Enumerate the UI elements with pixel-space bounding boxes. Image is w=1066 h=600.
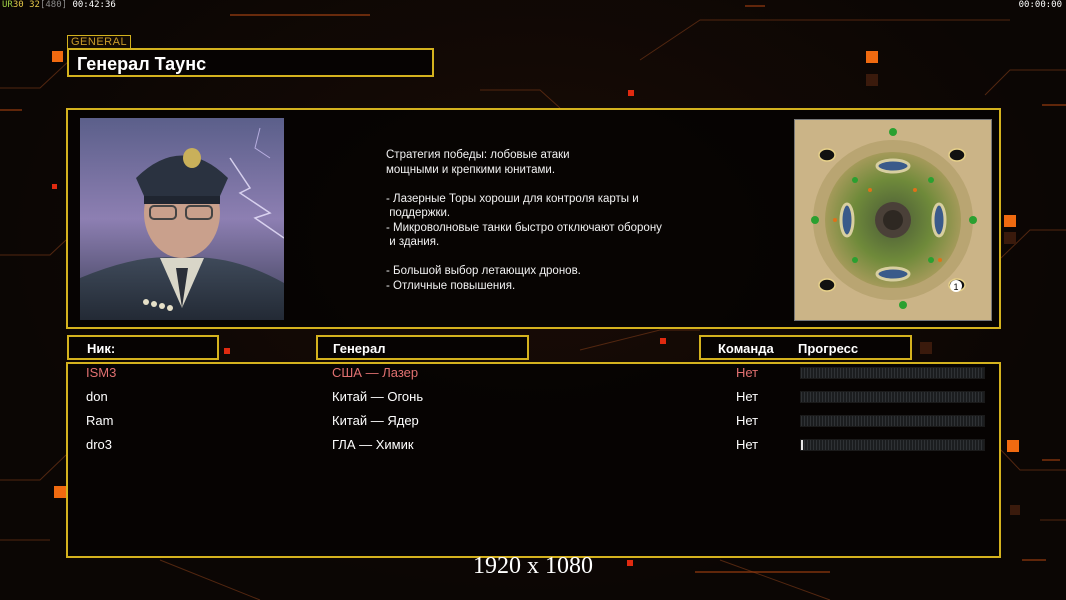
description-line: поддержки. (386, 207, 451, 219)
progress-bar (800, 367, 985, 379)
general-name-box: Генерал Таунс (67, 48, 434, 77)
player-general: США — Лазер (332, 365, 419, 380)
progress-bar (800, 391, 985, 403)
description-line: - Отличные повышения. (386, 279, 516, 292)
nick-header: Ник: (67, 335, 219, 360)
clock-right: 00:00:00 (1018, 0, 1062, 10)
general-header: Генерал (316, 335, 529, 360)
player-nick: don (86, 389, 108, 404)
player-general: Китай — Огонь (332, 389, 424, 404)
general-name: Генерал Таунс (77, 54, 207, 74)
start-position-marker: 1 (953, 282, 958, 292)
resolution-label: 1920 x 1080 (473, 553, 593, 579)
game-timer: 00:42:36 (72, 0, 116, 10)
player-nick: Ram (86, 413, 114, 428)
player-row: dro3 ГЛА — Химик Нет (0, 437, 1066, 457)
ur-label: UR (2, 0, 13, 10)
player-row: don Китай — Огонь Нет (0, 389, 1066, 409)
description-line: и здания. (386, 236, 440, 248)
general-tag: GENERAL (67, 35, 132, 49)
progress-bar-fill (801, 440, 803, 450)
nick-header-label: Ник: (87, 341, 116, 356)
player-general: ГЛА — Химик (332, 437, 414, 452)
team-header-label: Команда (718, 341, 774, 356)
progress-bar (800, 439, 985, 451)
player-team: Нет (736, 413, 759, 428)
player-team: Нет (736, 365, 759, 380)
map-preview: 1 (794, 119, 992, 321)
progress-bar (800, 415, 985, 427)
description-line (386, 177, 716, 192)
description-line: - Большой выбор летающих дронов. (386, 265, 581, 277)
team-progress-header: Команда Прогресс (699, 335, 912, 360)
player-general: Китай — Ядер (332, 413, 419, 428)
description-line: мощными и крепкими юнитами. (386, 163, 556, 176)
general-portrait (80, 118, 284, 320)
player-team: Нет (736, 389, 759, 404)
description-line: Стратегия победы: лобовые атаки (386, 149, 570, 161)
description-line: - Лазерные Торы хороши для контроля карт… (386, 192, 639, 205)
fps-readout: UR30 32[480] 00:42:36 (2, 0, 116, 10)
player-team: Нет (736, 437, 759, 452)
description-line (386, 250, 716, 265)
description-line: - Микроволновые танки быстро отключают о… (386, 221, 662, 234)
progress-header-label: Прогресс (798, 341, 859, 356)
player-nick: dro3 (86, 437, 113, 452)
fps-limit: [480] (39, 0, 68, 10)
fps-value-2: 32 (29, 0, 40, 10)
fps-value: 30 (12, 0, 24, 10)
general-header-label: Генерал (333, 341, 386, 356)
player-row: Ram Китай — Ядер Нет (0, 413, 1066, 433)
player-row: ISM3 США — Лазер Нет (0, 365, 1066, 385)
player-nick: ISM3 (86, 365, 117, 380)
general-description: Стратегия победы: лобовые атаки мощными … (386, 148, 716, 293)
